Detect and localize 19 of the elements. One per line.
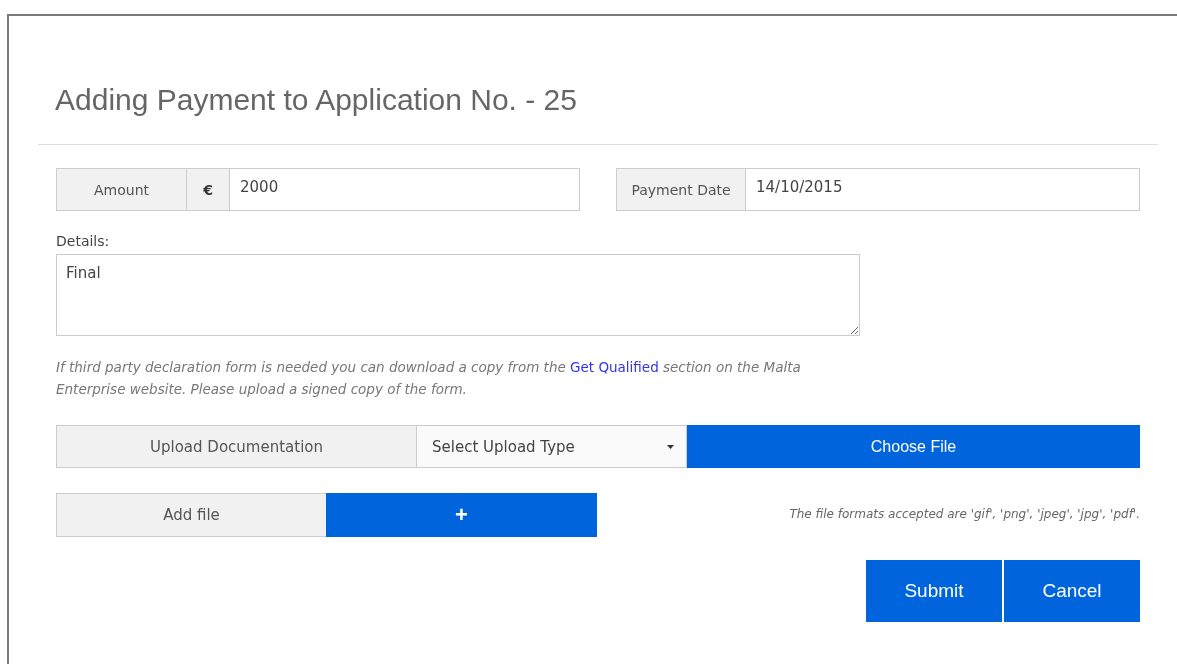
currency-symbol: € bbox=[187, 168, 230, 211]
upload-type-select[interactable]: Select Upload Type bbox=[416, 425, 687, 468]
get-qualified-link[interactable]: Get Qualified bbox=[570, 359, 659, 375]
caret-icon bbox=[667, 444, 674, 449]
dialog-title: Adding Payment to Application No. - 25 bbox=[54, 82, 578, 118]
amount-field[interactable]: 2000 bbox=[230, 168, 580, 211]
choose-file-button[interactable]: Choose File bbox=[687, 425, 1140, 468]
payment-date-field[interactable]: 14/10/2015 bbox=[746, 168, 1140, 211]
submit-button[interactable]: Submit bbox=[866, 560, 1002, 622]
details-field[interactable]: Final bbox=[56, 254, 860, 336]
help-text: If third party declaration form is needed you can download a copy from the Get Qualified section on the Malta Enterprise website. Please upload a signed copy of the form. bbox=[56, 358, 802, 399]
file-formats-note: The file formats accepted are 'gif', 'png', 'jpeg', 'jpg', 'pdf'. bbox=[788, 507, 1140, 521]
upload-documentation-label: Upload Documentation bbox=[56, 425, 416, 468]
add-file-label: Add file bbox=[56, 493, 326, 537]
payment-date-label: Payment Date bbox=[616, 168, 746, 211]
details-label: Details: bbox=[56, 233, 111, 249]
add-file-button[interactable]: + bbox=[326, 493, 597, 537]
cancel-button[interactable]: Cancel bbox=[1004, 560, 1140, 622]
amount-label: Amount bbox=[56, 168, 187, 211]
